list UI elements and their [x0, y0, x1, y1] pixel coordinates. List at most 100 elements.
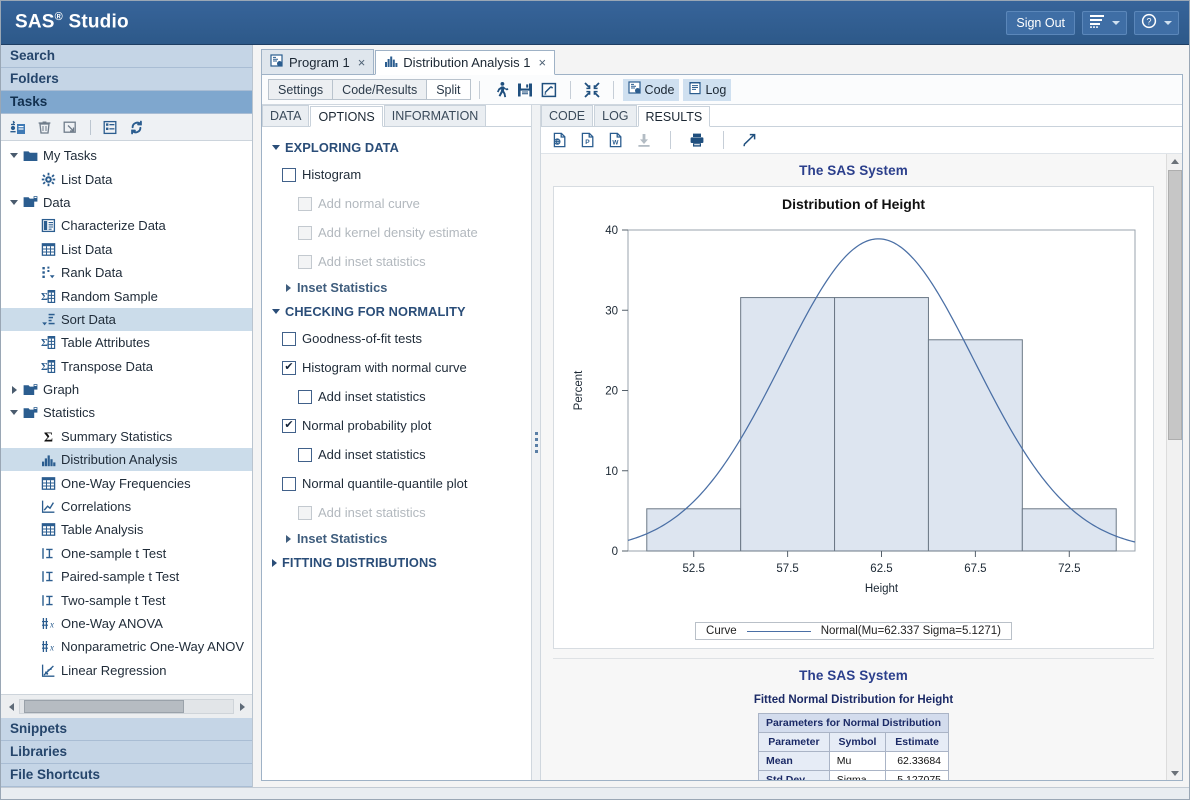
chevron-down-icon[interactable]	[7, 200, 21, 205]
scroll-right-icon[interactable]	[234, 697, 250, 717]
sidebar-item-nonparametric-one-way-anov[interactable]: xNonparametric One-Way ANOV	[1, 635, 252, 658]
scroll-up-icon[interactable]	[1167, 154, 1183, 168]
checkbox-checked-icon[interactable]: ✔	[282, 419, 296, 433]
option-goodness-of-fit-tests[interactable]: Goodness-of-fit tests	[262, 324, 531, 353]
tab-program-1[interactable]: Program 1 ×	[261, 49, 374, 74]
view-settings-button[interactable]: Settings	[268, 79, 333, 100]
chevron-right-icon[interactable]	[7, 386, 21, 394]
properties-icon[interactable]	[102, 119, 119, 136]
sidebar-section-file-shortcuts[interactable]: File Shortcuts	[1, 764, 252, 787]
sidebar-item-data[interactable]: Data	[1, 191, 252, 214]
scroll-left-icon[interactable]	[3, 697, 19, 717]
log-button[interactable]: Log	[683, 79, 731, 101]
code-button-label: Code	[645, 83, 675, 97]
sidebar-item-transpose-data[interactable]: ΣTranspose Data	[1, 355, 252, 378]
tasks-horizontal-scrollbar[interactable]	[1, 694, 252, 718]
export-word-icon[interactable]: W	[605, 130, 627, 150]
delete-icon[interactable]	[36, 119, 53, 136]
sidebar-item-list-data[interactable]: List Data	[1, 167, 252, 190]
sidebar-item-statistics[interactable]: Statistics	[1, 401, 252, 424]
tasks-tree[interactable]: My TasksList DataDataCharacterize DataLi…	[1, 141, 252, 694]
sidebar-item-my-tasks[interactable]: My Tasks	[1, 144, 252, 167]
option-histogram-with-normal-curve[interactable]: ✔Histogram with normal curve	[262, 353, 531, 382]
sidebar-item-list-data[interactable]: List Data	[1, 238, 252, 261]
sidebar-item-correlations[interactable]: Correlations	[1, 495, 252, 518]
hscroll-track[interactable]	[19, 699, 234, 714]
new-task-icon[interactable]	[10, 119, 27, 136]
sidebar-section-search[interactable]: Search	[1, 45, 252, 68]
sidebar-section-libraries[interactable]: Libraries	[1, 741, 252, 764]
tab-results[interactable]: RESULTS	[638, 106, 711, 127]
checkbox-checked-icon[interactable]: ✔	[282, 361, 296, 375]
open-external-icon[interactable]	[62, 119, 79, 136]
table-header-row: Parameter Symbol Estimate	[758, 733, 948, 752]
checkbox-icon[interactable]	[298, 390, 312, 404]
options-subgroup-inset-statistics[interactable]: Inset Statistics	[262, 527, 531, 550]
checkbox-icon[interactable]	[282, 477, 296, 491]
option-add-inset-statistics[interactable]: Add inset statistics	[262, 440, 531, 469]
sidebar-section-folders[interactable]: Folders	[1, 68, 252, 91]
chevron-down-icon[interactable]	[7, 410, 21, 415]
options-group-exploring-data[interactable]: EXPLORING DATA	[262, 135, 531, 160]
vertical-splitter[interactable]	[532, 105, 541, 780]
tab-code[interactable]: CODE	[541, 105, 593, 126]
sidebar-item-rank-data[interactable]: Rank Data	[1, 261, 252, 284]
download-icon[interactable]	[633, 130, 655, 150]
tab-distribution-analysis-1[interactable]: Distribution Analysis 1 ×	[375, 50, 555, 75]
sidebar-item-paired-sample-t-test[interactable]: Paired-sample t Test	[1, 565, 252, 588]
help-menu-button[interactable]: ?	[1134, 11, 1179, 35]
vscroll-track[interactable]	[1167, 168, 1183, 766]
view-code-results-button[interactable]: Code/Results	[332, 79, 427, 100]
export-html-icon[interactable]	[549, 130, 571, 150]
chevron-down-icon[interactable]	[7, 153, 21, 158]
options-group-fitting-distributions[interactable]: FITTING DISTRIBUTIONS	[262, 550, 531, 575]
export-pdf-icon[interactable]: P	[577, 130, 599, 150]
sidebar-item-two-sample-t-test[interactable]: Two-sample t Test	[1, 588, 252, 611]
refresh-icon[interactable]	[128, 119, 145, 136]
reset-icon[interactable]	[537, 79, 561, 101]
run-icon[interactable]	[489, 79, 513, 101]
save-icon[interactable]	[513, 79, 537, 101]
sidebar-item-one-way-anova[interactable]: xOne-Way ANOVA	[1, 612, 252, 635]
sidebar-item-sort-data[interactable]: Sort Data	[1, 308, 252, 331]
tab-log[interactable]: LOG	[594, 105, 636, 126]
close-icon[interactable]: ×	[355, 55, 366, 70]
tab-data[interactable]: DATA	[262, 105, 309, 126]
results-vertical-scrollbar[interactable]	[1166, 154, 1182, 780]
option-histogram[interactable]: Histogram	[262, 160, 531, 189]
collapse-icon[interactable]	[580, 79, 604, 101]
sidebar-item-characterize-data[interactable]: Characterize Data	[1, 214, 252, 237]
sidebar-item-graph[interactable]: Graph	[1, 378, 252, 401]
sidebar-item-summary-statistics[interactable]: ΣSummary Statistics	[1, 425, 252, 448]
sidebar-item-distribution-analysis[interactable]: Distribution Analysis	[1, 448, 252, 471]
options-group-checking-for-normality[interactable]: CHECKING FOR NORMALITY	[262, 299, 531, 324]
option-add-inset-statistics[interactable]: Add inset statistics	[262, 382, 531, 411]
print-icon[interactable]	[686, 130, 708, 150]
options-subgroup-inset-statistics[interactable]: Inset Statistics	[262, 276, 531, 299]
code-button[interactable]: Code	[623, 79, 680, 101]
vscroll-thumb[interactable]	[1168, 170, 1182, 440]
option-normal-probability-plot[interactable]: ✔Normal probability plot	[262, 411, 531, 440]
sidebar-item-one-sample-t-test[interactable]: One-sample t Test	[1, 542, 252, 565]
tab-information[interactable]: INFORMATION	[384, 105, 487, 126]
sidebar-section-snippets[interactable]: Snippets	[1, 718, 252, 741]
sidebar-item-table-analysis[interactable]: Table Analysis	[1, 518, 252, 541]
checkbox-icon[interactable]	[282, 332, 296, 346]
characterize-icon	[39, 218, 57, 233]
view-split-button[interactable]: Split	[426, 79, 470, 100]
option-normal-quantile-quantile-plot[interactable]: Normal quantile-quantile plot	[262, 469, 531, 498]
open-new-window-icon[interactable]	[739, 130, 761, 150]
sidebar-item-linear-regression[interactable]: Linear Regression	[1, 659, 252, 682]
options-menu-button[interactable]	[1082, 11, 1127, 35]
sidebar-item-one-way-frequencies[interactable]: One-Way Frequencies	[1, 471, 252, 494]
checkbox-icon[interactable]	[282, 168, 296, 182]
checkbox-icon[interactable]	[298, 448, 312, 462]
sign-out-button[interactable]: Sign Out	[1006, 11, 1075, 35]
close-icon[interactable]: ×	[535, 55, 546, 70]
tab-options[interactable]: OPTIONS	[310, 106, 382, 127]
sidebar-item-table-attributes[interactable]: ΣTable Attributes	[1, 331, 252, 354]
sidebar-item-random-sample[interactable]: ΣRandom Sample	[1, 284, 252, 307]
sidebar-section-tasks[interactable]: Tasks	[1, 91, 252, 114]
hscroll-thumb[interactable]	[24, 700, 184, 713]
scroll-down-icon[interactable]	[1167, 766, 1183, 780]
